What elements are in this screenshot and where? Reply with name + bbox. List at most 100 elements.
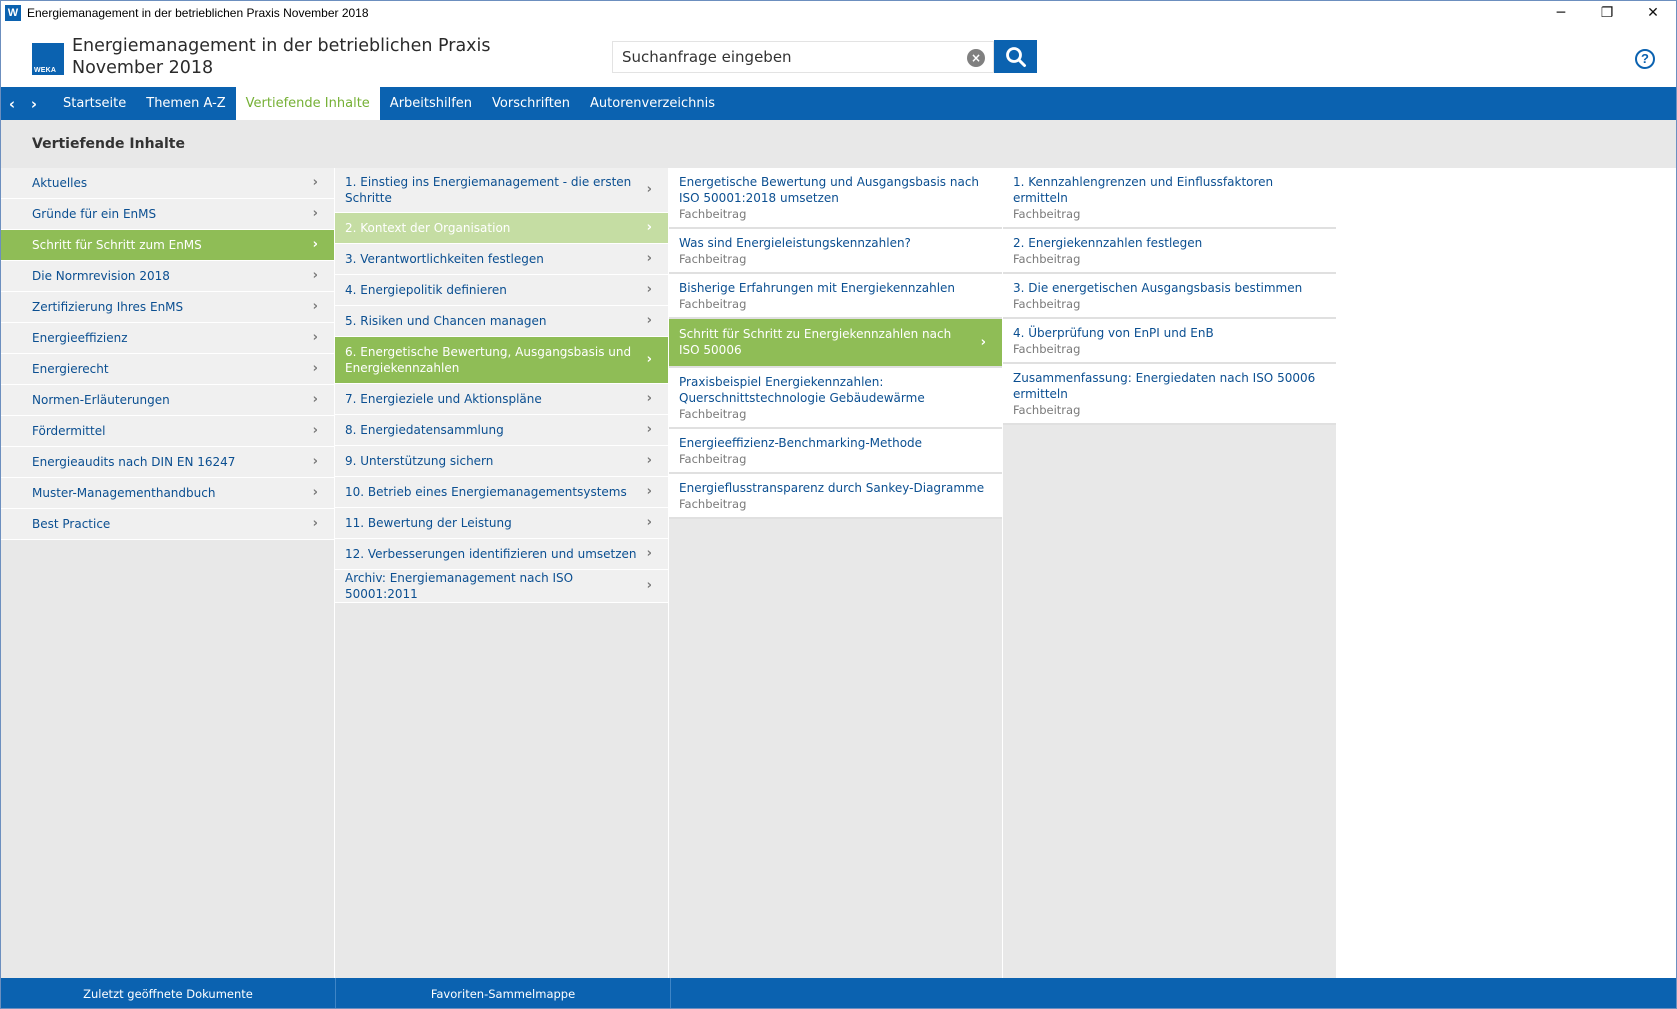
footer-bar: Zuletzt geöffnete Dokumente Favoriten-Sa… xyxy=(1,978,1676,1008)
article-item[interactable]: 3. Die energetischen Ausgangsbasis besti… xyxy=(1003,274,1336,319)
tab-vertiefende-inhalte[interactable]: Vertiefende Inhalte xyxy=(235,87,380,120)
list-item[interactable]: 1. Einstieg ins Energiemanagement - die … xyxy=(335,168,668,213)
list-item-label: 1. Einstieg ins Energiemanagement - die … xyxy=(345,175,632,205)
chevron-right-icon: › xyxy=(646,313,652,328)
article-item[interactable]: Zusammenfassung: Energiedaten nach ISO 5… xyxy=(1003,364,1336,425)
minimize-button[interactable]: ─ xyxy=(1538,1,1584,25)
article-title: 1. Kennzahlengrenzen und Einflussfaktore… xyxy=(1013,175,1274,205)
chevron-right-icon: › xyxy=(646,182,652,197)
article-type: Fachbeitrag xyxy=(1013,297,1081,311)
chevron-right-icon: › xyxy=(312,516,318,531)
list-item-label: 6. Energetische Bewertung, Ausgangsbasis… xyxy=(345,345,632,375)
article-type: Fachbeitrag xyxy=(679,207,747,221)
chevron-right-icon: › xyxy=(312,206,318,221)
list-item[interactable]: Archiv: Energiemanagement nach ISO 50001… xyxy=(335,570,668,603)
subarticle-column: 1. Kennzahlengrenzen und Einflussfaktore… xyxy=(1003,168,1337,978)
search-icon xyxy=(1005,46,1026,67)
article-type: Fachbeitrag xyxy=(679,452,747,466)
list-item[interactable]: Energieaudits nach DIN EN 16247 › xyxy=(1,447,334,478)
chevron-right-icon: › xyxy=(646,484,652,499)
article-type: Fachbeitrag xyxy=(1013,252,1081,266)
tab-arbeitshilfen[interactable]: Arbeitshilfen xyxy=(380,87,482,120)
tab-autorenverzeichnis[interactable]: Autorenverzeichnis xyxy=(580,87,725,120)
list-item[interactable]: Aktuelles › xyxy=(1,168,334,199)
column-browser: Aktuelles › Gründe für ein EnMS › Schritt … xyxy=(1,168,1676,978)
article-item[interactable]: Praxisbeispiel Energiekennzahlen: Quersc… xyxy=(669,368,1002,429)
article-item[interactable]: 4. Überprüfung von EnPI und EnB Fachbeit… xyxy=(1003,319,1336,364)
list-item[interactable]: Muster-Managementhandbuch › xyxy=(1,478,334,509)
list-item[interactable]: Fördermittel › xyxy=(1,416,334,447)
tab-vorschriften[interactable]: Vorschriften xyxy=(482,87,580,120)
list-item[interactable]: 9. Unterstützung sichern › xyxy=(335,446,668,477)
article-item[interactable]: Bisherige Erfahrungen mit Energiekennzah… xyxy=(669,274,1002,319)
article-title: Energetische Bewertung und Ausgangsbasis… xyxy=(679,175,980,205)
list-item[interactable]: Energieeffizienz › xyxy=(1,323,334,354)
list-item-selected[interactable]: 6. Energetische Bewertung, Ausgangsbasis… xyxy=(335,337,668,384)
logo-text: WEKA xyxy=(34,67,57,74)
app-header: WEKA Energiemanagement in der betrieblic… xyxy=(1,25,1676,87)
weka-logo: WEKA xyxy=(32,43,64,75)
list-item-label: Aktuelles xyxy=(32,176,88,190)
article-item-selected[interactable]: Schritt für Schritt zu Energiekennzahlen… xyxy=(669,319,1002,368)
list-item[interactable]: Normen-Erläuterungen › xyxy=(1,385,334,416)
article-type: Fachbeitrag xyxy=(679,497,747,511)
list-item[interactable]: 11. Bewertung der Leistung › xyxy=(335,508,668,539)
chevron-right-icon: › xyxy=(312,175,318,190)
list-item[interactable]: 3. Verantwortlichkeiten festlegen › xyxy=(335,244,668,275)
list-item-label: Normen-Erläuterungen xyxy=(32,393,170,407)
list-item-label: Best Practice xyxy=(32,517,111,531)
article-title: 3. Die energetischen Ausgangsbasis besti… xyxy=(1013,281,1303,295)
article-column: Energetische Bewertung und Ausgangsbasis… xyxy=(669,168,1003,978)
list-item[interactable]: 10. Betrieb eines Energiemanagementsyste… xyxy=(335,477,668,508)
list-item-label: Energieeffizienz xyxy=(32,331,128,345)
list-item-label: 7. Energieziele und Aktionspläne xyxy=(345,392,542,406)
help-icon[interactable]: ? xyxy=(1635,49,1655,69)
close-button[interactable]: ✕ xyxy=(1630,1,1676,25)
forward-arrow-icon[interactable]: › xyxy=(23,87,45,120)
search-button[interactable] xyxy=(994,40,1037,73)
restore-button[interactable]: ❐ xyxy=(1584,1,1630,25)
article-type: Fachbeitrag xyxy=(1013,342,1081,356)
app-window: W Energiemanagement in der betrieblichen… xyxy=(0,0,1677,1009)
chevron-right-icon: › xyxy=(312,485,318,500)
article-item[interactable]: Energieeffizienz-Benchmarking-Methode Fa… xyxy=(669,429,1002,474)
list-item[interactable]: Energierecht › xyxy=(1,354,334,385)
list-item[interactable]: 5. Risiken und Chancen managen › xyxy=(335,306,668,337)
recent-documents-button[interactable]: Zuletzt geöffnete Dokumente xyxy=(1,978,336,1008)
chevron-right-icon: › xyxy=(646,546,652,561)
article-item[interactable]: Was sind Energieleistungskennzahlen? Fac… xyxy=(669,229,1002,274)
list-item[interactable]: Gründe für ein EnMS › xyxy=(1,199,334,230)
search-input[interactable] xyxy=(613,42,953,72)
chevron-right-icon: › xyxy=(646,578,652,593)
list-item-highlighted[interactable]: 2. Kontext der Organisation › xyxy=(335,213,668,244)
article-item[interactable]: 2. Energiekennzahlen festlegen Fachbeitr… xyxy=(1003,229,1336,274)
article-item[interactable]: Energieflusstransparenz durch Sankey-Dia… xyxy=(669,474,1002,519)
chevron-right-icon: › xyxy=(312,392,318,407)
favorites-button[interactable]: Favoriten-Sammelmappe xyxy=(336,978,671,1008)
back-arrow-icon[interactable]: ‹ xyxy=(1,87,23,120)
list-item-label: 10. Betrieb eines Energiemanagementsyste… xyxy=(345,485,627,499)
list-item-label: Muster-Managementhandbuch xyxy=(32,486,216,500)
list-item-label: Schritt für Schritt zum EnMS xyxy=(32,238,202,252)
tab-startseite[interactable]: Startseite xyxy=(53,87,136,120)
list-item[interactable]: Best Practice › xyxy=(1,509,334,540)
search-box: × xyxy=(612,41,994,73)
window-title: Energiemanagement in der betrieblichen P… xyxy=(27,6,369,20)
list-item-label: 9. Unterstützung sichern xyxy=(345,454,494,468)
list-item-selected[interactable]: Schritt für Schritt zum EnMS › xyxy=(1,230,334,261)
main-nav: ‹ › Startseite Themen A-Z Vertiefende In… xyxy=(1,87,1676,120)
article-item[interactable]: 1. Kennzahlengrenzen und Einflussfaktore… xyxy=(1003,168,1336,229)
list-item[interactable]: 8. Energiedatensammlung › xyxy=(335,415,668,446)
list-item[interactable]: 4. Energiepolitik definieren › xyxy=(335,275,668,306)
clear-search-icon[interactable]: × xyxy=(967,49,985,67)
category-column: Aktuelles › Gründe für ein EnMS › Schritt … xyxy=(1,168,335,978)
list-item[interactable]: Zertifizierung Ihres EnMS › xyxy=(1,292,334,323)
list-item[interactable]: 7. Energieziele und Aktionspläne › xyxy=(335,384,668,415)
chevron-right-icon: › xyxy=(646,391,652,406)
list-item[interactable]: Die Normrevision 2018 › xyxy=(1,261,334,292)
article-item[interactable]: Energetische Bewertung und Ausgangsbasis… xyxy=(669,168,1002,229)
tab-themen-a-z[interactable]: Themen A-Z xyxy=(136,87,235,120)
list-item[interactable]: 12. Verbesserungen identifizieren und um… xyxy=(335,539,668,570)
app-title: Energiemanagement in der betrieblichen P… xyxy=(72,35,491,79)
article-type: Fachbeitrag xyxy=(679,297,747,311)
